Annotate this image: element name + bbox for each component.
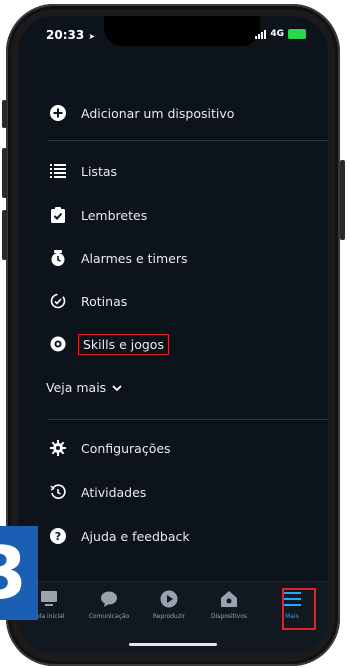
- menu-item-alarmes[interactable]: Alarmes e timers: [48, 246, 188, 270]
- menu-item-label: Atividades: [81, 484, 147, 500]
- home-icon: [40, 588, 58, 610]
- location-arrow-icon: ➤: [88, 32, 96, 41]
- list-icon: [48, 161, 68, 181]
- history-icon: [48, 482, 68, 502]
- menu-item-label: Lembretes: [81, 207, 148, 223]
- gear-icon: [48, 438, 68, 458]
- blue-badge: 3: [0, 526, 38, 620]
- menu-item-listas[interactable]: Listas: [48, 159, 117, 183]
- see-more-label: Veja mais: [46, 380, 107, 395]
- chat-icon: [100, 588, 118, 610]
- routines-icon: [48, 291, 68, 311]
- status-indicators: 4G: [255, 29, 306, 39]
- page: 20:33 ➤ 4G Adicionar um dispositivo List…: [0, 0, 350, 668]
- menu-item-atividades[interactable]: Atividades: [48, 480, 146, 504]
- menu-item-label: Alarmes e timers: [81, 250, 188, 266]
- home-indicator: [129, 643, 217, 646]
- play-icon: [160, 588, 178, 610]
- power-button: [340, 160, 345, 240]
- help-icon: ?: [48, 526, 68, 546]
- svg-text:?: ?: [55, 530, 61, 543]
- menu-item-label: Skills e jogos: [78, 333, 169, 355]
- add-device-label: Adicionar um dispositivo: [81, 105, 235, 121]
- status-time-text: 20:33: [46, 28, 85, 42]
- menu-item-label: Ajuda e feedback: [81, 528, 190, 544]
- tab-devices[interactable]: Dispositivos: [200, 588, 258, 626]
- badge-glyph: 3: [0, 531, 28, 615]
- divider: [48, 419, 328, 420]
- app-screen: 20:33 ➤ 4G Adicionar um dispositivo List…: [18, 16, 328, 654]
- tab-communication[interactable]: Comunicação: [80, 588, 138, 626]
- network-type: 4G: [270, 29, 284, 39]
- menu-item-label: Rotinas: [81, 293, 128, 309]
- menu-item-rotinas[interactable]: Rotinas: [48, 289, 127, 313]
- volume-down-button: [2, 210, 7, 260]
- notch: [104, 16, 260, 46]
- tab-more-highlight: [282, 588, 316, 630]
- reminder-icon: [48, 205, 68, 225]
- menu-item-lembretes[interactable]: Lembretes: [48, 203, 147, 227]
- menu-item-configuracoes[interactable]: Configurações: [48, 436, 171, 460]
- menu-item-ajuda[interactable]: ? Ajuda e feedback: [48, 524, 190, 548]
- menu-item-label: Listas: [81, 163, 118, 179]
- tab-label: Comunicação: [88, 613, 130, 620]
- menu-item-skills[interactable]: Skills e jogos: [48, 332, 169, 356]
- signal-icon: [255, 29, 267, 39]
- add-device-item[interactable]: Adicionar um dispositivo: [48, 101, 234, 125]
- battery-icon: [288, 29, 306, 39]
- status-time: 20:33 ➤: [46, 28, 95, 42]
- tab-label: Reproduzir: [152, 613, 186, 620]
- tab-label: Tela inicial: [33, 613, 65, 620]
- tab-play[interactable]: Reproduzir: [140, 588, 198, 626]
- skills-icon: [48, 334, 68, 354]
- see-more-toggle[interactable]: Veja mais: [46, 380, 122, 395]
- chevron-down-icon: [112, 380, 122, 395]
- mute-switch: [2, 100, 7, 128]
- divider: [48, 140, 328, 141]
- tab-label: Dispositivos: [210, 613, 248, 620]
- volume-up-button: [2, 148, 7, 198]
- plus-circle-icon: [48, 103, 68, 123]
- alarm-icon: [48, 248, 68, 268]
- menu-item-label: Configurações: [81, 440, 171, 456]
- devices-icon: [220, 588, 238, 610]
